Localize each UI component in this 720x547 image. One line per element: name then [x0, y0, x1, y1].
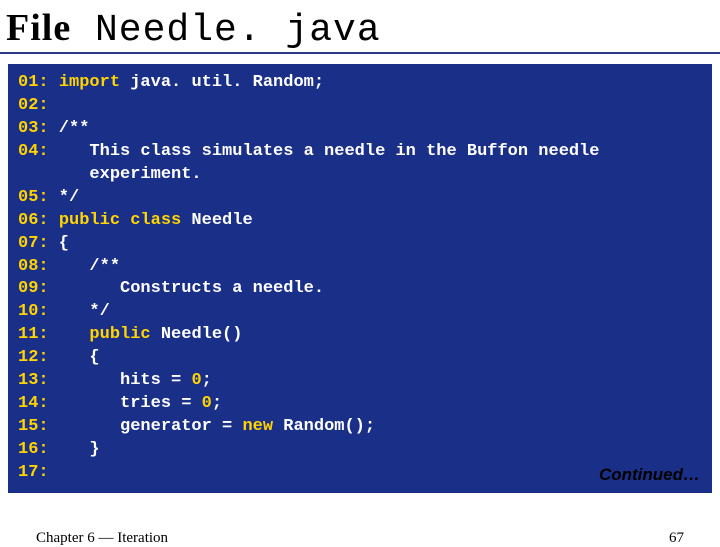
code-line: 11: public Needle() — [18, 324, 702, 347]
code-line: 15: generator = new Random(); — [18, 416, 702, 439]
code-line: 13: hits = 0; — [18, 370, 702, 393]
continued-label: Continued… — [599, 464, 700, 487]
code-line: 01: import java. util. Random; — [18, 72, 702, 95]
slide-title: File Needle. java — [0, 0, 720, 54]
code-box: 01: import java. util. Random;02:03: /**… — [8, 64, 712, 493]
code-line: 06: public class Needle — [18, 210, 702, 233]
code-line: 04: This class simulates a needle in the… — [18, 141, 702, 164]
page-number: 67 — [669, 530, 684, 547]
code-line: experiment. — [18, 164, 702, 187]
code-lines: 01: import java. util. Random;02:03: /**… — [18, 72, 702, 485]
title-word1: File — [6, 7, 71, 49]
code-line: 09: Constructs a needle. — [18, 278, 702, 301]
code-line: 10: */ — [18, 301, 702, 324]
code-line: 05: */ — [18, 187, 702, 210]
code-line: 03: /** — [18, 118, 702, 141]
title-rest: Needle. java — [71, 9, 380, 52]
chapter-label: Chapter 6 — Iteration — [36, 530, 168, 547]
code-line: 14: tries = 0; — [18, 393, 702, 416]
code-line: 12: { — [18, 347, 702, 370]
code-line: 08: /** — [18, 256, 702, 279]
code-line: 02: — [18, 95, 702, 118]
code-line: 16: } — [18, 439, 702, 462]
code-line: 07: { — [18, 233, 702, 256]
